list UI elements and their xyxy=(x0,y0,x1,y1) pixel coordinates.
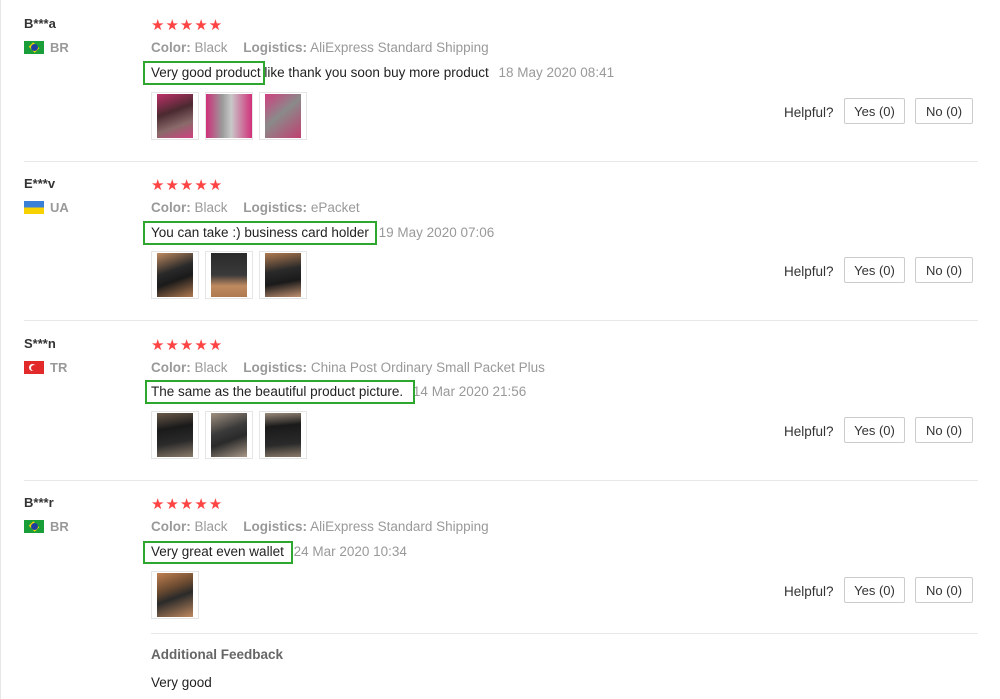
review-photo-thumbnail[interactable] xyxy=(151,571,199,619)
comment-highlight-text: You can take :) business card holder xyxy=(151,225,369,240)
review-comment: Very good product like thank you soon bu… xyxy=(151,65,614,80)
brazil-flag-icon xyxy=(24,41,44,54)
helpful-no-button[interactable]: No (0) xyxy=(915,98,973,124)
review-photos xyxy=(151,411,307,459)
helpful-label: Helpful? xyxy=(784,424,834,439)
review-photos xyxy=(151,251,307,299)
color-value: Black xyxy=(194,40,228,55)
country-code: UA xyxy=(50,200,69,215)
helpful-yes-button[interactable]: Yes (0) xyxy=(844,257,905,283)
review-photo-thumbnail[interactable] xyxy=(205,411,253,459)
color-label: Color: xyxy=(151,200,191,215)
logistics-value: China Post Ordinary Small Packet Plus xyxy=(310,360,545,375)
logistics-label: Logistics: xyxy=(243,519,308,534)
logistics-value: AliExpress Standard Shipping xyxy=(310,40,489,55)
review-meta: Color: Black Logistics: AliExpress Stand… xyxy=(151,40,489,55)
reviewer-name: B***a xyxy=(24,16,56,31)
reviewer-country: UA xyxy=(24,200,69,215)
color-label: Color: xyxy=(151,519,191,534)
reviewer-country: TR xyxy=(24,360,67,375)
color-value: Black xyxy=(194,200,228,215)
brazil-flag-icon xyxy=(24,520,44,533)
review-photo-thumbnail[interactable] xyxy=(259,92,307,140)
review-comment: The same as the beautiful product pictur… xyxy=(151,384,526,399)
review-meta: Color: Black Logistics: AliExpress Stand… xyxy=(151,519,489,534)
review-comment: Very great even wallet 24 Mar 2020 10:34 xyxy=(151,544,407,559)
review-meta: Color: Black Logistics: ePacket xyxy=(151,200,360,215)
logistics-value: AliExpress Standard Shipping xyxy=(310,519,489,534)
helpful-no-button[interactable]: No (0) xyxy=(915,577,973,603)
review-comment: You can take :) business card holder 19 … xyxy=(151,225,494,240)
review-divider xyxy=(24,480,978,481)
additional-feedback-title: Additional Feedback xyxy=(151,647,284,662)
country-code: BR xyxy=(50,40,69,55)
comment-highlight-text: The same as the beautiful product pictur… xyxy=(151,384,404,399)
helpful-no-button[interactable]: No (0) xyxy=(915,257,973,283)
country-code: BR xyxy=(50,519,69,534)
star-rating: ★★★★★ xyxy=(151,17,224,34)
color-value: Black xyxy=(194,360,228,375)
helpful-yes-button[interactable]: Yes (0) xyxy=(844,417,905,443)
review-date: 24 Mar 2020 10:34 xyxy=(293,544,407,559)
ukraine-flag-icon xyxy=(24,201,44,214)
turkey-flag-icon xyxy=(24,361,44,374)
helpful-label: Helpful? xyxy=(784,264,834,279)
logistics-label: Logistics: xyxy=(243,360,308,375)
page-border xyxy=(0,0,1,699)
review-photo-thumbnail[interactable] xyxy=(151,92,199,140)
additional-feedback-text: Very good xyxy=(151,675,212,690)
review-photos xyxy=(151,92,307,140)
reviewer-country: BR xyxy=(24,519,69,534)
review-photo-thumbnail[interactable] xyxy=(205,92,253,140)
color-value: Black xyxy=(194,519,228,534)
color-label: Color: xyxy=(151,360,191,375)
country-code: TR xyxy=(50,360,68,375)
review-meta: Color: Black Logistics: China Post Ordin… xyxy=(151,360,545,375)
reviewer-name: S***n xyxy=(24,336,56,351)
review-photo-thumbnail[interactable] xyxy=(151,251,199,299)
comment-highlight-text: Very great even wallet xyxy=(151,544,284,559)
review-photos xyxy=(151,571,199,619)
review-photo-thumbnail[interactable] xyxy=(259,411,307,459)
helpful-yes-button[interactable]: Yes (0) xyxy=(844,98,905,124)
review-divider xyxy=(24,161,978,162)
star-rating: ★★★★★ xyxy=(151,337,224,354)
helpful-yes-button[interactable]: Yes (0) xyxy=(844,577,905,603)
comment-highlight-text: Very good product xyxy=(151,65,261,80)
review-photo-thumbnail[interactable] xyxy=(151,411,199,459)
reviewer-country: BR xyxy=(24,40,69,55)
comment-text: like thank you soon buy more product xyxy=(264,65,489,80)
logistics-label: Logistics: xyxy=(243,40,308,55)
review-photo-thumbnail[interactable] xyxy=(205,251,253,299)
review-date: 14 Mar 2020 21:56 xyxy=(412,384,527,399)
star-rating: ★★★★★ xyxy=(151,177,224,194)
helpful-label: Helpful? xyxy=(784,584,834,599)
review-divider xyxy=(24,320,978,321)
reviewer-name: B***r xyxy=(24,495,54,510)
review-date: 18 May 2020 08:41 xyxy=(498,65,615,80)
review-photo-thumbnail[interactable] xyxy=(259,251,307,299)
additional-feedback-divider xyxy=(151,633,978,634)
helpful-no-button[interactable]: No (0) xyxy=(915,417,973,443)
logistics-value: ePacket xyxy=(310,200,360,215)
color-label: Color: xyxy=(151,40,191,55)
star-rating: ★★★★★ xyxy=(151,496,224,513)
review-date: 19 May 2020 07:06 xyxy=(378,225,495,240)
logistics-label: Logistics: xyxy=(243,200,308,215)
reviewer-name: E***v xyxy=(24,176,56,191)
helpful-label: Helpful? xyxy=(784,105,834,120)
